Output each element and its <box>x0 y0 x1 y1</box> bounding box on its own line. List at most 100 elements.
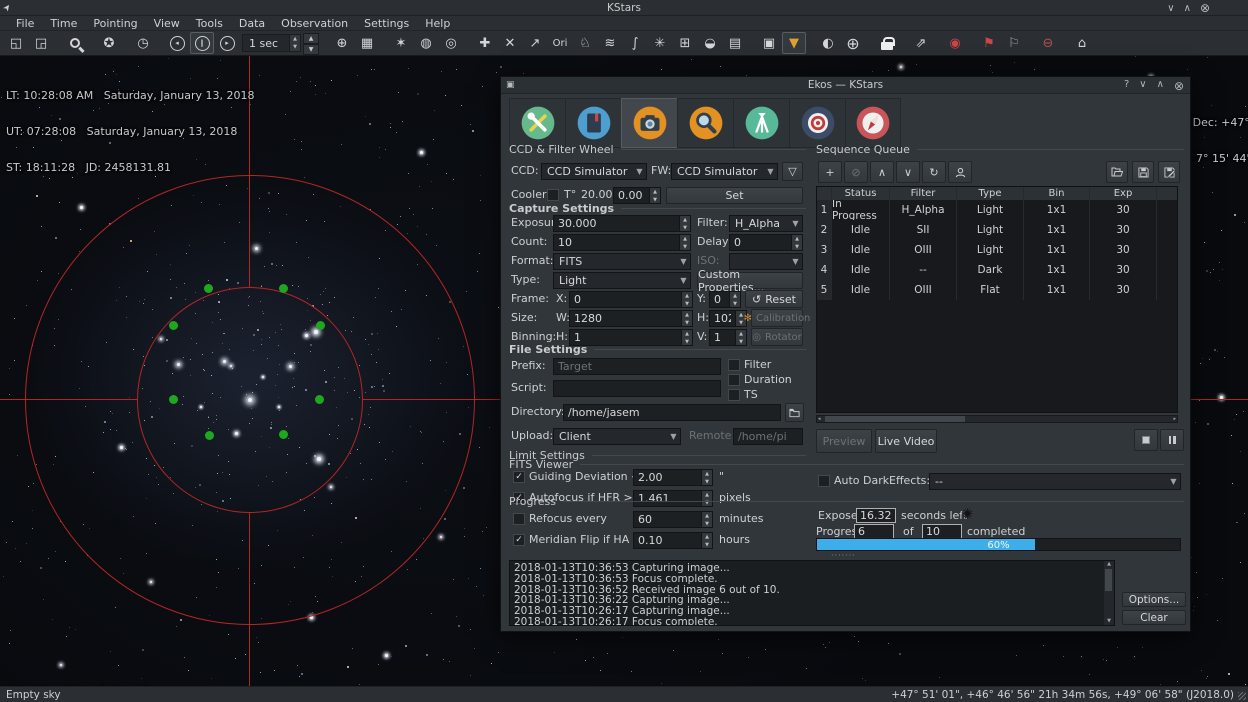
cooler-checkbox[interactable] <box>547 189 559 201</box>
save-sequence-button[interactable] <box>1132 161 1154 183</box>
zoom-default-icon[interactable]: ◲ <box>29 32 53 54</box>
constellation-names-icon[interactable]: Ori <box>548 32 572 54</box>
guiding-deviation-field[interactable]: ▲▼ <box>633 469 713 486</box>
screenshot-icon[interactable]: ▦ <box>355 32 379 54</box>
show-deep-sky-icon[interactable]: ◎ <box>439 32 463 54</box>
open-sequence-button[interactable] <box>1106 161 1128 183</box>
reset-queue-button[interactable]: ↻ <box>922 161 946 183</box>
directory-field[interactable] <box>563 404 781 421</box>
spin-arrows[interactable]: ▲▼ <box>701 470 712 485</box>
exposure-field[interactable]: ▲▼ <box>553 215 691 232</box>
meridian-flip-checkbox[interactable]: ✓ <box>513 534 525 546</box>
custom-properties-button[interactable]: Custom Properties... <box>697 272 803 289</box>
scroll-up-icon[interactable]: ▲ <box>1104 561 1114 568</box>
spin-arrows[interactable]: ▲▼ <box>679 216 690 231</box>
tab-mount[interactable] <box>733 98 789 148</box>
spin-arrows[interactable]: ▲▼ <box>679 235 690 250</box>
type-select[interactable]: Light▼ <box>553 272 691 289</box>
spin-arrows[interactable]: ▲▼ <box>791 235 802 250</box>
effects-select[interactable]: --▼ <box>929 473 1181 490</box>
script-field[interactable] <box>553 380 721 397</box>
reset-frame-button[interactable]: ↺Reset <box>745 290 803 308</box>
fov-icon[interactable]: ▣ <box>757 32 781 54</box>
constellation-boundaries-icon[interactable]: ✳ <box>648 32 672 54</box>
table-horizontal-scrollbar[interactable]: ◂ ▸ <box>816 415 1178 423</box>
add-job-button[interactable]: + <box>818 161 842 183</box>
duration-checkbox[interactable] <box>728 374 740 386</box>
spin-arrows[interactable]: ▲▼ <box>701 512 712 527</box>
save-sequence-as-button[interactable] <box>1158 161 1180 183</box>
scrollbar-thumb[interactable] <box>825 416 965 422</box>
log-view[interactable]: 2018-01-13T10:36:53 Capturing image... 2… <box>509 560 1115 626</box>
count-field[interactable]: ▲▼ <box>553 234 691 251</box>
horizon-icon[interactable]: ◒ <box>698 32 722 54</box>
menu-view[interactable]: View <box>146 17 188 30</box>
ts-checkbox[interactable] <box>728 389 740 401</box>
zoom-in-region-icon[interactable]: ◱ <box>4 32 28 54</box>
observer-button[interactable] <box>948 161 972 183</box>
log-scrollbar[interactable]: ▲ ▼ <box>1104 561 1114 625</box>
pointing-icon[interactable]: ⊕ <box>330 32 354 54</box>
spin-arrows[interactable]: ▲▼ <box>649 188 660 203</box>
tab-focus[interactable] <box>677 98 733 148</box>
minimize-icon[interactable]: ∨ <box>1167 3 1174 14</box>
refocus-every-checkbox[interactable] <box>513 513 525 525</box>
frame-y-field[interactable]: ▲▼ <box>709 291 741 308</box>
mark-icon[interactable]: ✚ <box>473 32 497 54</box>
scroll-right-icon[interactable]: ▸ <box>1173 416 1176 423</box>
equatorial-grid-icon[interactable]: ⊞ <box>673 32 697 54</box>
filter-checkbox[interactable] <box>728 359 740 371</box>
browse-directory-button[interactable] <box>785 403 804 422</box>
step-forward-icon[interactable]: ▸ <box>215 32 239 54</box>
refocus-every-field[interactable]: ▲▼ <box>633 511 713 528</box>
filter-select[interactable]: H_Alpha▼ <box>729 215 803 232</box>
menu-help[interactable]: Help <box>417 17 458 30</box>
observatory-icon[interactable]: ⌂ <box>1070 32 1094 54</box>
frame-x-field[interactable]: ▲▼ <box>569 291 693 308</box>
live-video-button[interactable]: Live Video <box>875 429 937 453</box>
upload-select[interactable]: Client▼ <box>553 428 681 445</box>
meridian-flip-field[interactable]: ▲▼ <box>633 532 713 549</box>
filter-manager-button[interactable]: ▽ <box>782 162 803 181</box>
scroll-left-icon[interactable]: ◂ <box>818 416 821 423</box>
spin-arrows[interactable]: ▲▼ <box>681 311 692 326</box>
spin-arrows[interactable]: ▲▼ <box>681 292 692 307</box>
auto-dark-checkbox[interactable] <box>818 475 830 487</box>
format-select[interactable]: FITS▼ <box>553 253 691 270</box>
options-button[interactable]: Options... <box>1122 592 1186 607</box>
time-step-spin[interactable]: ▲▼ <box>289 35 300 51</box>
menu-pointing[interactable]: Pointing <box>85 17 145 30</box>
fw-select[interactable]: CCD Simulator▼ <box>671 163 778 180</box>
geo-location-icon[interactable]: ✪ <box>97 32 121 54</box>
tab-capture[interactable] <box>621 98 677 148</box>
pause-simulation-icon[interactable]: ‖ <box>190 32 214 54</box>
resize-grip[interactable] <box>1238 692 1246 700</box>
lock-position-icon[interactable] <box>875 32 899 54</box>
menu-data[interactable]: Data <box>231 17 273 30</box>
constellation-art-icon[interactable]: ♘ <box>573 32 597 54</box>
table-row[interactable]: 4Idle--Dark1x130 <box>817 260 1177 280</box>
menu-settings[interactable]: Settings <box>356 17 417 30</box>
size-w-field[interactable]: ▲▼ <box>569 310 693 327</box>
milky-way-icon[interactable]: ∫ <box>623 32 647 54</box>
splitter-handle[interactable]: ······· <box>831 554 861 557</box>
time-step-combo[interactable]: 1 sec ▲▼ <box>242 34 301 52</box>
table-row[interactable]: 3IdleOIIILight1x130 <box>817 240 1177 260</box>
set-time-icon[interactable]: ◷ <box>131 32 155 54</box>
ekos-title-bar[interactable]: ▣ Ekos — KStars ? ∨ ∧ ⊗ <box>501 77 1190 94</box>
spin-arrows[interactable]: ▲▼ <box>701 533 712 548</box>
close-icon[interactable]: ⊗ <box>1174 79 1184 93</box>
flag-icon[interactable]: ⚐ <box>1002 32 1026 54</box>
size-h-field[interactable]: ▲▼ <box>709 310 747 327</box>
record-icon[interactable]: ◉ <box>943 32 967 54</box>
guiding-deviation-checkbox[interactable]: ✓ <box>513 471 525 483</box>
table-row[interactable]: 5IdleOIIIFlat1x130 <box>817 280 1177 300</box>
find-object-icon[interactable] <box>63 32 87 54</box>
menu-tools[interactable]: Tools <box>188 17 231 30</box>
clear-button[interactable]: Clear <box>1122 610 1186 625</box>
ccd-select[interactable]: CCD Simulator▼ <box>541 163 647 180</box>
prefix-field[interactable] <box>553 358 721 375</box>
send-coordinates-icon[interactable]: ⇗ <box>909 32 933 54</box>
time-step-stepper[interactable]: ▲▼ <box>303 33 319 53</box>
tab-scheduler[interactable] <box>565 98 621 148</box>
